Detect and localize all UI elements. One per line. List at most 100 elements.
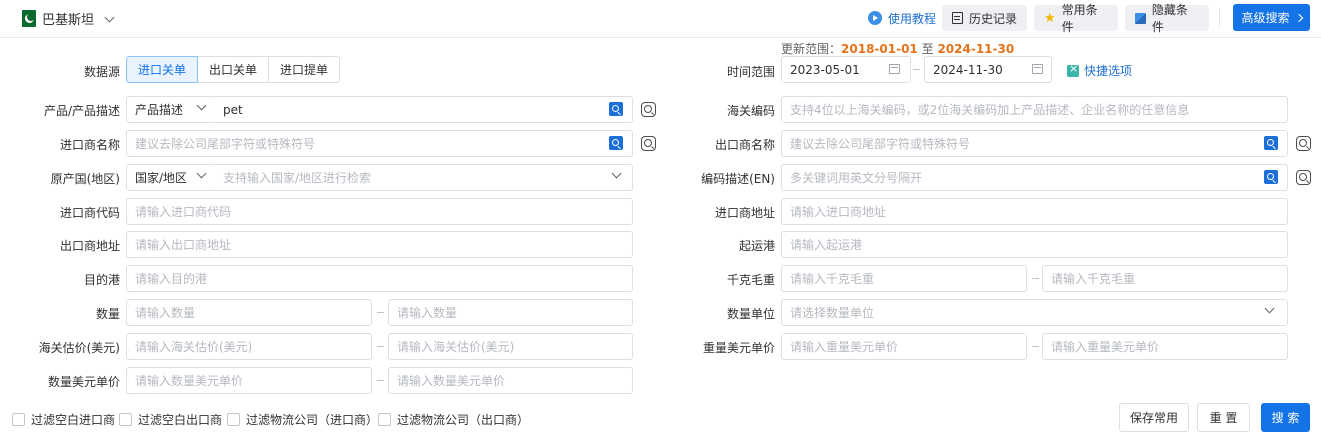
quick-options-icon	[1067, 62, 1079, 77]
importer-name-input[interactable]: 建议去除公司尾部字符或特殊符号	[126, 130, 633, 157]
importer-address-placeholder: 请输入进口商地址	[790, 205, 887, 219]
product-input[interactable]: pet	[215, 96, 633, 123]
range-dash	[1032, 278, 1039, 279]
checkbox-box	[12, 413, 25, 426]
origin-port-label: 起运港	[738, 239, 775, 253]
weight-unit-price-label: 重量美元单价	[702, 341, 775, 355]
hs-code-label: 海关编码	[726, 104, 775, 118]
tutorial-button[interactable]: 使用教程	[858, 5, 946, 31]
filter-logistics-importer-label: 过滤物流公司（进口商）	[246, 413, 379, 427]
search-icon[interactable]	[1296, 136, 1311, 151]
time-range-label: 时间范围	[726, 65, 775, 79]
search-button[interactable]: 搜 索	[1261, 403, 1310, 432]
customs-value-label: 海关估价(美元)	[38, 341, 120, 355]
gross-weight-to-placeholder: 请输入千克毛重	[1051, 272, 1136, 286]
gross-weight-from-input[interactable]: 请输入千克毛重	[781, 265, 1027, 292]
importer-name-label: 进口商名称	[59, 138, 120, 152]
update-range-start: 2018-01-01	[841, 42, 918, 56]
qty-unit-price-label: 数量美元单价	[47, 375, 120, 389]
code-desc-input[interactable]: 多关键词用英文分号隔开	[781, 164, 1288, 191]
end-date-value: 2024-11-30	[933, 62, 1003, 77]
qty-unit-price-to-input[interactable]: 请输入数量美元单价	[388, 367, 633, 394]
checkbox-box	[378, 413, 391, 426]
product-type-select[interactable]: 产品描述	[126, 96, 216, 123]
qty-unit-placeholder: 请选择数量单位	[790, 306, 875, 320]
checkbox-box	[227, 413, 240, 426]
filter-logistics-importer-checkbox[interactable]: 过滤物流公司（进口商）	[227, 411, 378, 428]
filter-blank-importer-label: 过滤空白进口商	[31, 413, 116, 427]
customs-value-from-placeholder: 请输入海关估价(美元)	[135, 340, 253, 354]
checkbox-box	[119, 413, 132, 426]
qty-unit-price-from-input[interactable]: 请输入数量美元单价	[126, 367, 372, 394]
filter-blank-importer-checkbox[interactable]: 过滤空白进口商	[12, 411, 115, 428]
pakistan-flag-icon	[17, 10, 36, 27]
weight-unit-price-to-placeholder: 请输入重量美元单价	[1051, 340, 1160, 354]
exporter-name-label: 出口商名称	[714, 138, 775, 152]
divider	[1219, 9, 1220, 27]
origin-port-input[interactable]: 请输入起运港	[781, 231, 1288, 258]
weight-unit-price-from-input[interactable]: 请输入重量美元单价	[781, 333, 1027, 360]
origin-placeholder: 支持输入国家/地区进行检索	[223, 171, 372, 185]
code-desc-placeholder: 多关键词用英文分号隔开	[790, 171, 923, 185]
translate-icon[interactable]	[609, 136, 623, 150]
origin-type-value: 国家/地区	[135, 171, 188, 185]
dest-port-input[interactable]: 请输入目的港	[126, 265, 633, 292]
filter-blank-exporter-checkbox[interactable]: 过滤空白出口商	[119, 411, 222, 428]
importer-address-input[interactable]: 请输入进口商地址	[781, 198, 1288, 225]
hidden-conditions-button[interactable]: 隐藏条件	[1125, 3, 1209, 34]
origin-type-select[interactable]: 国家/地区	[126, 164, 216, 191]
gross-weight-label: 千克毛重	[726, 273, 775, 287]
datasource-segmented: 进口关单 出口关单 进口提单	[126, 56, 341, 83]
datasource-option-import-declaration[interactable]: 进口关单	[126, 56, 199, 83]
exporter-address-placeholder: 请输入出口商地址	[135, 238, 232, 252]
gross-weight-from-placeholder: 请输入千克毛重	[790, 272, 875, 286]
quantity-from-input[interactable]: 请输入数量	[126, 299, 372, 326]
origin-label: 原产国(地区)	[50, 172, 120, 186]
filter-logistics-exporter-checkbox[interactable]: 过滤物流公司（出口商）	[378, 411, 529, 428]
origin-input[interactable]: 支持输入国家/地区进行检索	[215, 164, 633, 191]
search-icon[interactable]	[641, 136, 656, 151]
qty-unit-select[interactable]: 请选择数量单位	[781, 299, 1288, 326]
reset-button[interactable]: 重 置	[1197, 403, 1250, 432]
product-type-value: 产品描述	[135, 103, 184, 117]
importer-code-input[interactable]: 请输入进口商代码	[126, 198, 633, 225]
customs-value-to-input[interactable]: 请输入海关估价(美元)	[388, 333, 633, 360]
advanced-search-button[interactable]: 高级搜索	[1233, 4, 1310, 31]
search-icon[interactable]	[641, 102, 656, 117]
qty-unit-price-to-placeholder: 请输入数量美元单价	[397, 374, 506, 388]
country-selector[interactable]: 巴基斯坦	[17, 9, 115, 28]
range-dash	[913, 69, 920, 70]
search-icon[interactable]	[1296, 170, 1311, 185]
hs-code-input[interactable]: 支持4位以上海关编码，或2位海关编码加上产品描述、企业名称的任意信息	[781, 96, 1288, 123]
dest-port-placeholder: 请输入目的港	[135, 272, 208, 286]
exporter-address-input[interactable]: 请输入出口商地址	[126, 231, 633, 258]
chevron-down-icon	[104, 12, 115, 22]
translate-icon[interactable]	[1264, 170, 1278, 184]
qty-unit-label: 数量单位	[726, 307, 775, 321]
datasource-option-import-bill[interactable]: 进口提单	[268, 56, 341, 83]
exporter-name-input[interactable]: 建议去除公司尾部字符或特殊符号	[781, 130, 1288, 157]
code-desc-label: 编码描述(EN)	[701, 172, 775, 186]
country-name: 巴基斯坦	[42, 13, 95, 28]
quick-options-link[interactable]: 快捷选项	[1067, 62, 1132, 79]
origin-port-placeholder: 请输入起运港	[790, 238, 863, 252]
quantity-to-input[interactable]: 请输入数量	[388, 299, 633, 326]
weight-unit-price-to-input[interactable]: 请输入重量美元单价	[1042, 333, 1288, 360]
datasource-option-export-declaration[interactable]: 出口关单	[197, 56, 270, 83]
top-bar: 巴基斯坦 使用教程 历史记录 ★ 常用条件 隐藏条件 高级搜索	[0, 0, 1321, 38]
common-conditions-button[interactable]: ★ 常用条件	[1034, 3, 1118, 34]
quantity-label: 数量	[95, 307, 120, 321]
product-label: 产品/产品描述	[43, 104, 120, 118]
gross-weight-to-input[interactable]: 请输入千克毛重	[1042, 265, 1288, 292]
history-button[interactable]: 历史记录	[942, 5, 1027, 31]
range-dash	[377, 312, 384, 313]
translate-icon[interactable]	[609, 102, 623, 116]
start-date-value: 2023-05-01	[790, 62, 860, 77]
hs-code-placeholder: 支持4位以上海关编码，或2位海关编码加上产品描述、企业名称的任意信息	[790, 103, 1190, 117]
translate-icon[interactable]	[1264, 136, 1278, 150]
customs-value-to-placeholder: 请输入海关估价(美元)	[397, 340, 515, 354]
update-range: 更新范围：2018-01-01 至 2024-11-30	[781, 40, 1014, 57]
save-common-button[interactable]: 保存常用	[1119, 403, 1189, 432]
weight-unit-price-from-placeholder: 请输入重量美元单价	[790, 340, 899, 354]
customs-value-from-input[interactable]: 请输入海关估价(美元)	[126, 333, 372, 360]
